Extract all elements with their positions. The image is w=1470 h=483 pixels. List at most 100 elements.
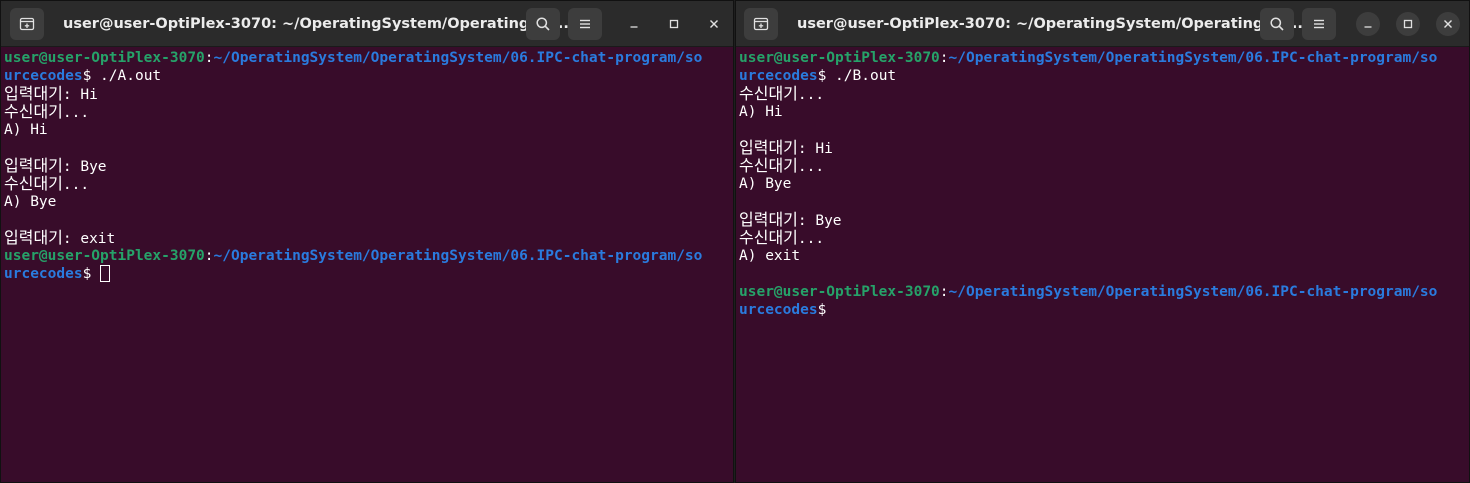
output-line: 수신대기... bbox=[4, 174, 721, 194]
input-wait-value: : Bye bbox=[797, 213, 842, 229]
prompt-user: user@user-OptiPlex-3070 bbox=[4, 248, 205, 264]
input-wait-value: : Hi bbox=[797, 141, 833, 157]
close-button[interactable] bbox=[702, 12, 726, 36]
recv-wait-value: ... bbox=[62, 105, 90, 121]
terminal-window-a[interactable]: user@user-OptiPlex-3070: ~/OperatingSyst… bbox=[0, 0, 734, 483]
titlebar[interactable]: user@user-OptiPlex-3070: ~/OperatingSyst… bbox=[1, 1, 733, 47]
prompt-path-cont: urcecodes bbox=[4, 68, 83, 84]
new-tab-button[interactable] bbox=[744, 8, 778, 40]
search-button[interactable] bbox=[526, 8, 560, 40]
prompt-path: ~/OperatingSystem/OperatingSystem/06.IPC… bbox=[213, 248, 703, 264]
prompt-path: ~/OperatingSystem/OperatingSystem/06.IPC… bbox=[948, 284, 1438, 300]
input-wait-value: : Hi bbox=[62, 87, 98, 103]
prompt-line-cont: urcecodes$ ./B.out bbox=[739, 67, 1457, 85]
recv-wait-label: 수신대기 bbox=[739, 84, 798, 103]
prompt-line: user@user-OptiPlex-3070:~/OperatingSyste… bbox=[739, 283, 1457, 301]
close-icon bbox=[710, 20, 718, 28]
prompt-path-cont: urcecodes bbox=[739, 302, 818, 318]
new-tab-button[interactable] bbox=[10, 8, 44, 40]
maximize-icon bbox=[669, 19, 679, 29]
output-line: 입력대기: exit bbox=[4, 228, 721, 248]
window-title: user@user-OptiPlex-3070: ~/OperatingSyst… bbox=[63, 16, 575, 32]
terminal-output[interactable]: user@user-OptiPlex-3070:~/OperatingSyste… bbox=[4, 49, 721, 482]
minimize-button[interactable] bbox=[622, 12, 646, 36]
close-icon bbox=[1444, 20, 1452, 28]
prompt-dollar: $ bbox=[817, 302, 827, 318]
prompt-user: user@user-OptiPlex-3070 bbox=[4, 50, 205, 66]
maximize-button[interactable] bbox=[1396, 12, 1420, 36]
titlebar[interactable]: user@user-OptiPlex-3070: ~/OperatingSyst… bbox=[736, 1, 1469, 47]
output-line: A) Hi bbox=[4, 122, 48, 138]
output-line: A) Bye bbox=[739, 176, 792, 192]
terminal-output[interactable]: user@user-OptiPlex-3070:~/OperatingSyste… bbox=[739, 49, 1457, 482]
prompt-path-cont: urcecodes bbox=[739, 68, 818, 84]
input-wait-label: 입력대기 bbox=[739, 210, 798, 229]
new-tab-icon bbox=[19, 17, 35, 31]
output-line: 수신대기... bbox=[739, 84, 1457, 104]
output-line: 입력대기: Bye bbox=[4, 156, 721, 176]
hamburger-menu-icon bbox=[1314, 19, 1324, 29]
recv-wait-label: 수신대기 bbox=[739, 156, 798, 175]
output-line: A) Hi bbox=[739, 104, 783, 120]
window-title: user@user-OptiPlex-3070: ~/OperatingSyst… bbox=[797, 16, 1309, 32]
search-icon bbox=[1270, 17, 1284, 31]
input-wait-label: 입력대기 bbox=[4, 84, 63, 103]
search-icon bbox=[536, 17, 550, 31]
prompt-user: user@user-OptiPlex-3070 bbox=[739, 50, 940, 66]
prompt-line-cont: urcecodes$ ./A.out bbox=[4, 67, 721, 85]
output-line: 입력대기: Hi bbox=[739, 138, 1457, 158]
output-line: 입력대기: Hi bbox=[4, 84, 721, 104]
prompt-dollar: $ bbox=[817, 68, 827, 84]
minimize-button[interactable] bbox=[1356, 12, 1380, 36]
output-line: 수신대기... bbox=[739, 229, 1457, 248]
prompt-colon: : bbox=[939, 284, 949, 300]
prompt-line-cont: urcecodes$ bbox=[4, 265, 721, 283]
recv-wait-value: ... bbox=[797, 231, 825, 247]
recv-wait-value: ... bbox=[797, 87, 825, 103]
prompt-line: user@user-OptiPlex-3070:~/OperatingSyste… bbox=[4, 49, 721, 67]
minimize-icon bbox=[1364, 26, 1372, 28]
output-line: 수신대기... bbox=[739, 156, 1457, 176]
hamburger-menu-icon bbox=[580, 19, 590, 29]
prompt-line: user@user-OptiPlex-3070:~/OperatingSyste… bbox=[739, 49, 1457, 67]
menu-button[interactable] bbox=[1302, 8, 1336, 40]
terminal-window-b[interactable]: user@user-OptiPlex-3070: ~/OperatingSyst… bbox=[735, 0, 1470, 483]
prompt-dollar: $ bbox=[82, 266, 92, 282]
minimize-icon bbox=[630, 26, 638, 28]
command-text: ./A.out bbox=[91, 68, 162, 84]
input-wait-label: 입력대기 bbox=[739, 138, 798, 157]
menu-button[interactable] bbox=[568, 8, 602, 40]
input-wait-value: : exit bbox=[62, 231, 116, 247]
prompt-path-cont: urcecodes bbox=[4, 266, 83, 282]
input-wait-label: 입력대기 bbox=[4, 156, 63, 175]
recv-wait-value: ... bbox=[797, 159, 825, 175]
prompt-path: ~/OperatingSystem/OperatingSystem/06.IPC… bbox=[948, 50, 1438, 66]
command-text: ./B.out bbox=[826, 68, 897, 84]
recv-wait-label: 수신대기 bbox=[4, 102, 63, 121]
input-wait-value: : Bye bbox=[62, 159, 107, 175]
output-line: A) exit bbox=[739, 248, 801, 264]
new-tab-icon bbox=[753, 17, 769, 31]
output-line: 수신대기... bbox=[4, 102, 721, 122]
recv-wait-value: ... bbox=[62, 177, 90, 193]
output-line: A) Bye bbox=[4, 194, 57, 210]
text-cursor bbox=[100, 265, 111, 282]
prompt-dollar: $ bbox=[82, 68, 92, 84]
close-button[interactable] bbox=[1436, 12, 1460, 36]
prompt-user: user@user-OptiPlex-3070 bbox=[739, 284, 940, 300]
input-wait-label: 입력대기 bbox=[4, 228, 63, 247]
prompt-path: ~/OperatingSystem/OperatingSystem/06.IPC… bbox=[213, 50, 703, 66]
output-line: 입력대기: Bye bbox=[739, 210, 1457, 230]
search-button[interactable] bbox=[1260, 8, 1294, 40]
prompt-line-cont: urcecodes$ bbox=[739, 301, 1457, 319]
maximize-icon bbox=[1403, 19, 1413, 29]
maximize-button[interactable] bbox=[662, 12, 686, 36]
prompt-colon: : bbox=[939, 50, 949, 66]
recv-wait-label: 수신대기 bbox=[4, 174, 63, 193]
prompt-colon: : bbox=[204, 50, 214, 66]
